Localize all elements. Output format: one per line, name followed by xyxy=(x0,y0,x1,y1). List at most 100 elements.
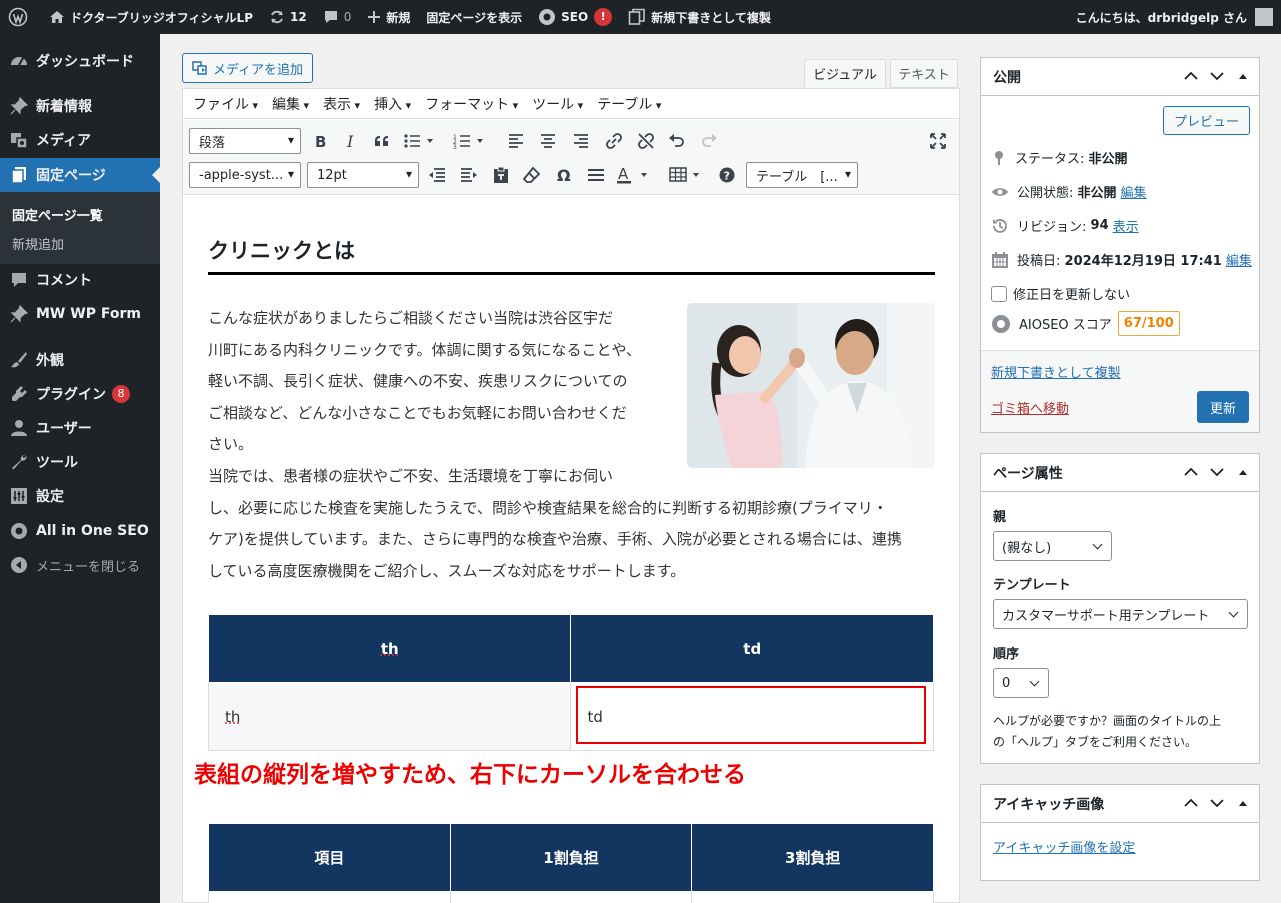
preview-button[interactable]: プレビュー xyxy=(1163,106,1250,135)
table-header-cell[interactable]: td xyxy=(570,614,934,683)
sidebar-item-comments[interactable]: コメント xyxy=(0,263,160,297)
content-table-2[interactable]: 項目 1割負担 3割負担 xyxy=(208,823,934,903)
table-cell[interactable] xyxy=(208,891,451,903)
sidebar-item-dashboard[interactable]: ダッシュボード xyxy=(0,44,160,78)
sidebar-item-aioseo[interactable]: All in One SEO xyxy=(0,514,160,548)
sidebar-item-pages[interactable]: 固定ページ xyxy=(0,158,160,192)
paste-text-button[interactable] xyxy=(488,162,514,188)
featured-image-header[interactable]: アイキャッチ画像 xyxy=(981,785,1259,823)
format-select[interactable]: 段落 xyxy=(189,128,301,154)
tab-text[interactable]: テキスト xyxy=(890,59,958,88)
outdent-button[interactable] xyxy=(424,162,450,188)
menu-format[interactable]: フォーマット xyxy=(425,94,518,114)
indent-button[interactable] xyxy=(456,162,482,188)
tab-visual[interactable]: ビジュアル xyxy=(804,59,886,88)
align-center-button[interactable] xyxy=(535,128,561,154)
horizontal-rule-button[interactable] xyxy=(583,162,609,188)
table-header-cell[interactable]: th xyxy=(207,614,572,683)
numbered-list-button[interactable]: 123 xyxy=(451,128,489,154)
text-color-button[interactable]: A xyxy=(615,162,655,188)
triangle-up-icon[interactable] xyxy=(1235,68,1251,84)
chevron-down-icon[interactable] xyxy=(1209,68,1225,84)
visibility-edit-link[interactable]: 編集 xyxy=(1121,182,1147,201)
blockquote-button[interactable] xyxy=(369,128,395,154)
comments-link[interactable]: 0 xyxy=(315,0,360,34)
revisions-view-link[interactable]: 表示 xyxy=(1113,216,1139,235)
menu-table[interactable]: テーブル xyxy=(597,94,661,114)
aioseo-gear-icon xyxy=(539,9,556,25)
table-header-cell[interactable]: 項目 xyxy=(208,823,451,892)
menu-edit[interactable]: 編集 xyxy=(272,94,309,114)
align-left-button[interactable] xyxy=(503,128,529,154)
clear-formatting-button[interactable] xyxy=(519,162,545,188)
menu-insert[interactable]: 挿入 xyxy=(374,94,411,114)
wp-logo-button[interactable] xyxy=(0,0,41,34)
set-featured-image-link[interactable]: アイキャッチ画像を設定 xyxy=(993,837,1135,856)
bullet-list-button[interactable] xyxy=(401,128,439,154)
sidebar-item-posts[interactable]: 新着情報 xyxy=(0,89,160,123)
submenu-item-add-new[interactable]: 新規追加 xyxy=(12,234,64,253)
chevron-up-icon[interactable] xyxy=(1183,464,1199,480)
table-header-cell[interactable]: 1割負担 xyxy=(449,823,693,892)
add-media-button[interactable]: メディアを追加 xyxy=(182,53,313,83)
sidebar-item-users[interactable]: ユーザー xyxy=(0,411,160,445)
parent-select[interactable]: (親なし) xyxy=(993,531,1112,561)
date-edit-link[interactable]: 編集 xyxy=(1226,250,1252,269)
chevron-up-icon[interactable] xyxy=(1183,795,1199,811)
table-button[interactable] xyxy=(667,162,707,188)
page-attributes-header[interactable]: ページ属性 xyxy=(981,454,1259,492)
collapse-menu-button[interactable]: メニューを閉じる xyxy=(0,548,160,582)
unlink-button[interactable] xyxy=(633,128,659,154)
align-right-button[interactable] xyxy=(568,128,594,154)
insert-link-button[interactable] xyxy=(601,128,627,154)
update-button[interactable]: 更新 xyxy=(1197,391,1249,423)
duplicate-draft-link[interactable]: 新規下書きとして複製 xyxy=(620,0,779,34)
special-character-button[interactable]: Ω xyxy=(551,162,577,188)
triangle-up-icon[interactable] xyxy=(1235,464,1251,480)
publish-panel-header[interactable]: 公開 xyxy=(981,58,1259,96)
table-cell[interactable]: th xyxy=(207,682,572,751)
sidebar-item-settings[interactable]: 設定 xyxy=(0,479,160,513)
sidebar-item-plugins[interactable]: プラグイン 8 xyxy=(0,377,160,411)
chevron-up-icon[interactable] xyxy=(1183,68,1199,84)
updates-link[interactable]: 12 xyxy=(261,0,315,34)
bold-button[interactable]: B xyxy=(307,128,333,154)
trash-link[interactable]: ゴミ箱へ移動 xyxy=(991,398,1069,417)
doctor-child-photo[interactable] xyxy=(687,303,935,468)
help-button[interactable]: ? xyxy=(714,162,740,188)
my-account-link[interactable]: こんにちは、drbridgelp さん xyxy=(1068,0,1281,34)
redo-button[interactable] xyxy=(696,128,722,154)
order-input[interactable]: 0 xyxy=(993,668,1049,698)
triangle-up-icon[interactable] xyxy=(1235,795,1251,811)
seo-menu[interactable]: SEO ! xyxy=(530,0,620,34)
sidebar-item-tools[interactable]: ツール xyxy=(0,445,160,479)
content-heading: クリニックとは xyxy=(208,239,355,263)
table-style-select[interactable]: テーブル [... xyxy=(746,162,858,188)
table-cell[interactable] xyxy=(691,891,934,903)
aioseo-score-badge[interactable]: 67/100 xyxy=(1117,311,1180,336)
template-select[interactable]: カスタマーサポート用テンプレート xyxy=(993,599,1248,629)
italic-button[interactable]: I xyxy=(338,128,364,154)
undo-button[interactable] xyxy=(664,128,690,154)
menu-tools[interactable]: ツール xyxy=(532,94,583,114)
new-content-link[interactable]: 新規 xyxy=(359,0,418,34)
view-page-link[interactable]: 固定ページを表示 xyxy=(418,0,530,34)
collapse-arrow-icon xyxy=(11,557,27,573)
no-modified-checkbox[interactable] xyxy=(991,285,1007,302)
table-cell[interactable] xyxy=(449,891,693,903)
menu-file[interactable]: ファイル xyxy=(193,94,258,114)
submenu-item-all-pages[interactable]: 固定ページ一覧 xyxy=(12,205,103,224)
table-header-cell[interactable]: 3割負担 xyxy=(691,823,934,892)
sidebar-item-mwform[interactable]: MW WP Form xyxy=(0,297,160,331)
site-name-link[interactable]: ドクターブリッジオフィシャルLP xyxy=(41,0,261,34)
sidebar-item-media[interactable]: メディア xyxy=(0,123,160,157)
fullscreen-button[interactable] xyxy=(925,128,951,154)
font-family-select[interactable]: -apple-syst... xyxy=(189,162,301,188)
font-size-select[interactable]: 12pt xyxy=(307,162,419,188)
chevron-down-icon[interactable] xyxy=(1209,795,1225,811)
sidebar-item-appearance[interactable]: 外観 xyxy=(0,343,160,377)
add-media-icon xyxy=(192,61,207,75)
chevron-down-icon[interactable] xyxy=(1209,464,1225,480)
menu-view[interactable]: 表示 xyxy=(323,94,360,114)
duplicate-draft-link[interactable]: 新規下書きとして複製 xyxy=(991,362,1121,381)
